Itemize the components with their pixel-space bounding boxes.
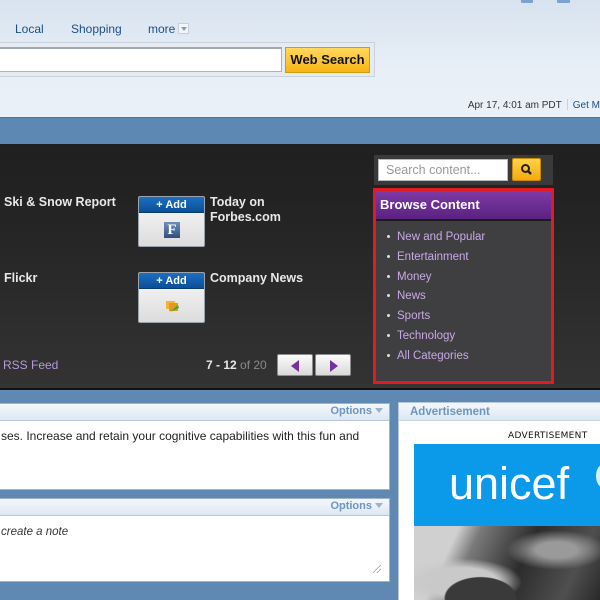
category-all[interactable]: All Categories	[376, 348, 551, 368]
content-showcase: Ski & Snow Report + Add F Today on Forbe…	[0, 144, 600, 390]
category-technology[interactable]: Technology	[376, 328, 551, 348]
game-module: Options ses. Increase and retain your co…	[0, 403, 390, 490]
web-search-bar: Web Search	[0, 42, 375, 77]
pager-status: 7 - 12 of 20	[206, 358, 267, 372]
nav-more-label: more	[148, 22, 176, 36]
add-card: + Add	[138, 272, 205, 323]
nav-more[interactable]: more	[148, 22, 190, 36]
date-bar: Apr 17, 4:01 am PDT Get M	[468, 99, 600, 111]
divider	[566, 99, 568, 110]
options-menu[interactable]: Options	[330, 405, 383, 417]
page-header: Local Shopping more Web Search Apr 17, 4…	[0, 0, 600, 117]
module-description: ses. Increase and retain your cognitive …	[1, 429, 360, 443]
category-money[interactable]: Money	[376, 269, 551, 289]
chevron-down-icon	[178, 23, 190, 34]
unicef-banner[interactable]: unicef	[414, 444, 600, 526]
advertisement-module: Advertisement ADVERTISEMENT unicef	[398, 402, 600, 600]
arrow-left-icon	[291, 360, 299, 372]
content-search-input[interactable]: Search content...	[378, 159, 508, 181]
get-link[interactable]: Get M	[573, 100, 600, 111]
advertisement-label: ADVERTISEMENT	[508, 431, 588, 441]
item-title[interactable]: Company News	[210, 271, 303, 286]
module-header: Options	[0, 404, 389, 421]
nav-shopping[interactable]: Shopping	[71, 22, 122, 36]
content-search: Search content...	[374, 155, 553, 185]
top-icons	[480, 0, 600, 6]
next-page-button[interactable]	[315, 354, 351, 376]
web-search-input[interactable]	[0, 47, 282, 72]
ad-brand: unicef	[449, 458, 570, 509]
notes-module: Options create a note	[0, 498, 390, 582]
options-menu[interactable]: Options	[330, 500, 383, 512]
item-title[interactable]: Ski & Snow Report	[4, 195, 116, 210]
chevron-down-icon	[375, 503, 383, 508]
module-header: Options	[0, 499, 389, 516]
current-date: Apr 17, 4:01 am PDT	[467, 100, 562, 111]
folder-icon	[166, 301, 179, 312]
globe-icon	[596, 464, 600, 488]
pager-total: of 20	[240, 358, 267, 372]
options-label: Options	[330, 405, 372, 417]
options-label: Options	[330, 500, 372, 512]
chevron-down-icon	[375, 408, 383, 413]
category-list: New and Popular Entertainment Money News…	[376, 221, 551, 368]
note-textarea[interactable]: create a note	[0, 516, 389, 538]
web-search-button[interactable]: Web Search	[285, 47, 370, 73]
previous-page-button[interactable]	[277, 354, 313, 376]
resize-handle-icon[interactable]	[373, 565, 381, 573]
category-sports[interactable]: Sports	[376, 308, 551, 328]
browse-content-panel: Browse Content New and Popular Entertain…	[373, 188, 554, 384]
category-news[interactable]: News	[376, 288, 551, 308]
add-card: + Add F	[138, 196, 205, 247]
arrow-right-icon	[330, 360, 338, 372]
search-icon	[521, 164, 532, 175]
pager-range: 7 - 12	[206, 358, 237, 372]
add-button[interactable]: + Add	[139, 197, 204, 213]
add-button[interactable]: + Add	[139, 273, 204, 289]
category-entertainment[interactable]: Entertainment	[376, 249, 551, 269]
content-search-button[interactable]	[512, 158, 541, 181]
item-title[interactable]: Flickr	[4, 271, 37, 286]
rss-feed-link[interactable]: RSS Feed	[3, 358, 58, 372]
advertisement-title: Advertisement	[399, 403, 600, 421]
toolbar-icon[interactable]	[521, 0, 533, 3]
browse-content-title: Browse Content	[376, 191, 551, 221]
item-title[interactable]: Today on Forbes.com	[210, 195, 300, 225]
toolbar-icon[interactable]	[557, 0, 570, 3]
nav-local[interactable]: Local	[15, 22, 44, 36]
tab-band	[0, 117, 600, 144]
forbes-icon: F	[164, 222, 180, 238]
category-new-and-popular[interactable]: New and Popular	[376, 229, 551, 249]
ad-photo[interactable]	[414, 526, 600, 600]
